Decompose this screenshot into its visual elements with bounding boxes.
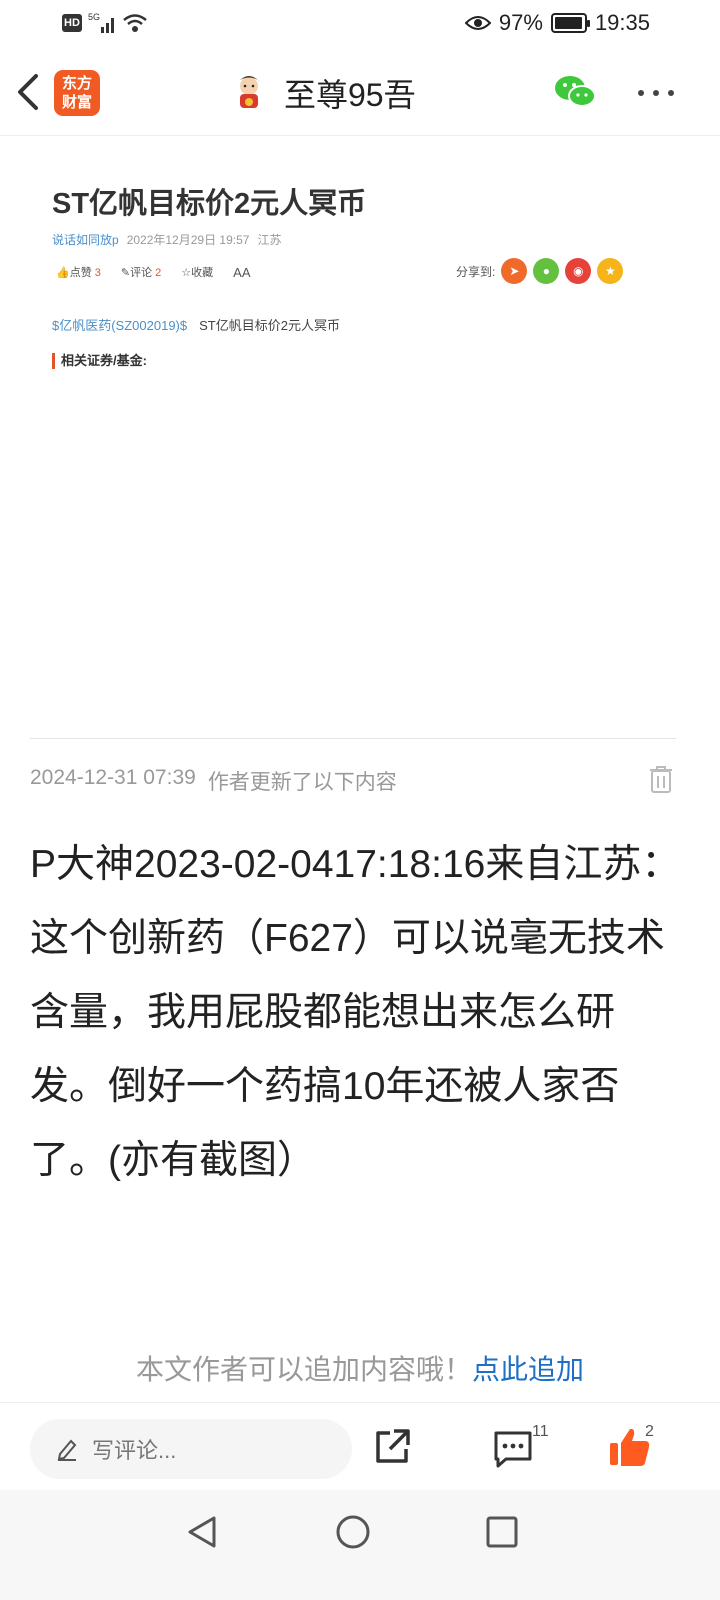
article-date: 2022年12月29日 19:57: [126, 233, 250, 247]
author-avatar[interactable]: [230, 72, 268, 112]
system-nav-bar: [0, 1490, 720, 1600]
font-size-label: AA: [233, 264, 251, 280]
logo-line2: 财富: [61, 94, 92, 111]
stock-tag: $亿帆医药(SZ002019)$: [52, 318, 188, 333]
article-comment: ✎评论 2: [121, 264, 161, 280]
like-label: 点赞: [69, 267, 92, 279]
append-link[interactable]: 点此追加: [472, 1354, 584, 1385]
article-text: ST亿帆目标价2元人冥币: [199, 318, 340, 333]
article-actions: 👍点赞 3 ✎评论 2 ☆收藏 AA: [56, 264, 251, 280]
author-name[interactable]: 至尊95吾: [284, 70, 416, 116]
share-wechat-icon: ●: [533, 258, 560, 284]
article-like: 👍点赞 3: [56, 264, 101, 280]
app-logo[interactable]: 东方 财富: [54, 70, 100, 116]
article-author: 说话如同放p: [52, 233, 119, 247]
related-securities-label: 相关证券/基金:: [52, 353, 147, 369]
update-content: P大神2023-02-0417:18:16来自江苏：这个创新药（F627）可以说…: [30, 843, 681, 1182]
update-header: 2024-12-31 07:39 作者更新了以下内容: [30, 766, 397, 796]
article-title: ST亿帆目标价2元人冥币: [52, 188, 367, 220]
like-count: 2: [645, 1423, 654, 1440]
update-timestamp: 2024-12-31 07:39: [30, 766, 196, 789]
update-label: 作者更新了以下内容: [207, 771, 397, 794]
article-location: 江苏: [257, 233, 282, 247]
collect-label: 收藏: [191, 267, 214, 279]
nav-home-icon[interactable]: [333, 1512, 373, 1552]
comment-input[interactable]: 写评论...: [30, 1419, 352, 1479]
signal-icon: 5G: [88, 12, 114, 33]
comments-count: 11: [532, 1423, 549, 1440]
append-prompt: 本文作者可以追加内容哦！: [135, 1354, 472, 1385]
article-screenshot[interactable]: ST亿帆目标价2元人冥币 说话如同放p 2022年12月29日 19:57 江苏…: [0, 138, 720, 736]
comment-label: 评论: [130, 267, 153, 279]
trash-icon[interactable]: [648, 764, 674, 794]
battery-percent: 97%: [498, 10, 543, 35]
append-prompt-line: 本文作者可以追加内容哦！点此追加: [0, 1348, 720, 1388]
like-count: 3: [94, 267, 101, 279]
share-favorite-icon: ★: [597, 258, 624, 284]
comment-count: 2: [155, 267, 162, 279]
status-right: 97% 19:35: [464, 10, 650, 36]
logo-line1: 东方: [61, 75, 92, 92]
article-body: $亿帆医药(SZ002019)$ ST亿帆目标价2元人冥币: [52, 315, 340, 334]
clock: 19:35: [594, 10, 650, 35]
divider: [30, 738, 676, 739]
battery-level: [554, 17, 583, 29]
comment-placeholder: 写评论...: [92, 1438, 177, 1463]
share-icon[interactable]: [372, 1427, 412, 1467]
article-meta: 说话如同放p 2022年12月29日 19:57 江苏: [52, 231, 281, 248]
pencil-icon: [57, 1439, 77, 1461]
share-weibo-icon: ◉: [565, 258, 592, 284]
article-collect: ☆收藏: [181, 264, 213, 280]
article-share: 分享到: ➤ ● ◉ ★: [456, 258, 624, 284]
app-bar: 东方 财富 至尊95吾: [0, 52, 720, 136]
share-telegram-icon: ➤: [501, 258, 528, 284]
comments-icon[interactable]: [492, 1427, 534, 1469]
bottom-action-bar: 写评论... 11 2: [0, 1402, 720, 1490]
hd-icon: HD: [62, 14, 82, 32]
network-label: 5G: [88, 12, 100, 22]
nav-back-icon[interactable]: [182, 1512, 222, 1552]
wechat-icon[interactable]: [554, 74, 596, 110]
star-icon: ☆: [181, 267, 192, 279]
nav-recents-icon[interactable]: [482, 1512, 522, 1552]
back-icon[interactable]: [12, 72, 46, 112]
more-icon[interactable]: [636, 88, 676, 98]
battery-icon: [550, 13, 590, 33]
status-left: HD 5G: [62, 12, 148, 34]
wifi-icon: [123, 14, 147, 32]
share-label: 分享到:: [456, 264, 496, 279]
thumb-icon: 👍: [56, 267, 70, 279]
eye-icon: [464, 16, 491, 30]
edit-icon: ✎: [120, 267, 131, 279]
status-bar: HD 5G 97% 19:35: [0, 0, 720, 48]
